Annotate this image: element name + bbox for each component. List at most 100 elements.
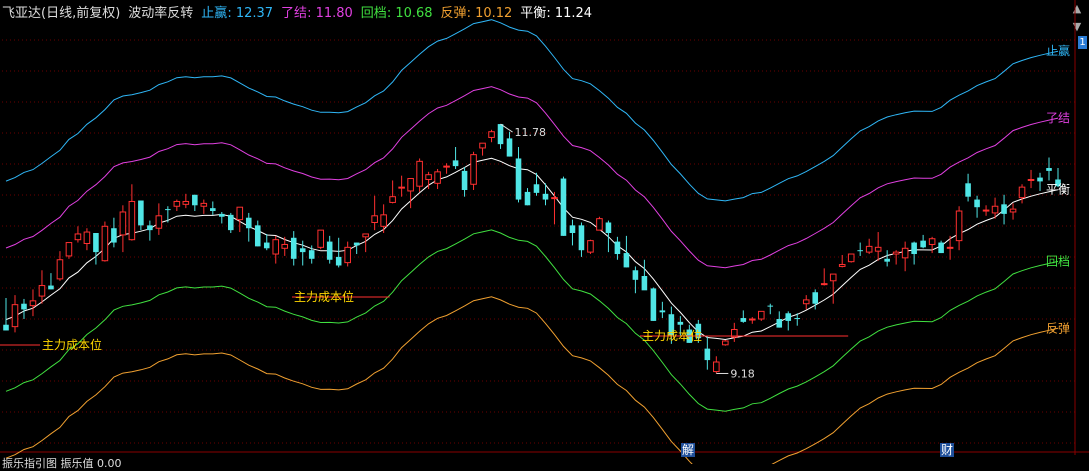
candle-body bbox=[398, 186, 405, 189]
right-label: 平衡 bbox=[1046, 183, 1070, 197]
candle-body bbox=[1018, 186, 1026, 199]
candle-body bbox=[560, 178, 567, 236]
candle-body bbox=[874, 246, 882, 252]
candle-body bbox=[614, 241, 621, 255]
candle-body bbox=[892, 251, 900, 255]
candle-body bbox=[901, 247, 909, 259]
candle-body bbox=[641, 276, 648, 291]
candle-body bbox=[119, 211, 127, 236]
candle-body bbox=[317, 229, 324, 248]
candle-body bbox=[416, 160, 423, 187]
series-zhiying-line bbox=[5, 19, 1059, 202]
candle-body bbox=[128, 200, 136, 241]
candle-body bbox=[1009, 208, 1017, 213]
series-huidang-line bbox=[5, 229, 1059, 412]
candle-body bbox=[749, 318, 756, 321]
right-label: 止赢 bbox=[1046, 43, 1070, 58]
sub-indicator-label: 振乐指引图 振乐值 0.00 bbox=[2, 457, 122, 470]
candle-body bbox=[838, 264, 846, 267]
candle-body bbox=[138, 200, 144, 226]
candle-body bbox=[884, 258, 890, 262]
candle-body bbox=[344, 246, 351, 264]
candle-body bbox=[443, 165, 450, 168]
candle-body bbox=[434, 171, 441, 184]
candle-body bbox=[219, 213, 225, 217]
candle-body bbox=[632, 270, 639, 280]
candle-body bbox=[1046, 168, 1052, 171]
candle-body bbox=[704, 348, 711, 361]
candle-body bbox=[371, 215, 378, 223]
candle-body bbox=[3, 324, 9, 331]
candle-body bbox=[857, 250, 863, 252]
candle-body bbox=[946, 246, 954, 249]
chart-area: 11.789.18主力成本位主力成本位主力成本位止赢了结平衡回档反弹 bbox=[0, 0, 1089, 464]
candle-body bbox=[776, 319, 783, 328]
candle-body bbox=[920, 240, 926, 248]
candle-body bbox=[353, 242, 360, 246]
candle-body bbox=[308, 250, 315, 259]
candle-body bbox=[290, 237, 297, 259]
candle-body bbox=[533, 184, 540, 193]
candle-body bbox=[38, 285, 46, 297]
candle-body bbox=[938, 242, 944, 254]
candle-body bbox=[1027, 178, 1035, 181]
candle-body bbox=[200, 202, 208, 207]
candle-body bbox=[111, 228, 117, 243]
candle-body bbox=[281, 243, 289, 249]
candle-body bbox=[254, 225, 261, 247]
candle-body bbox=[192, 194, 198, 206]
event-tag-cai[interactable]: 财 bbox=[940, 443, 954, 457]
candle-body bbox=[497, 124, 504, 145]
candle-body bbox=[569, 225, 576, 233]
candle-body bbox=[147, 225, 153, 231]
candle-body bbox=[524, 191, 531, 206]
candle-body bbox=[928, 238, 936, 245]
candle-body bbox=[829, 273, 837, 282]
candle-body bbox=[389, 196, 396, 203]
candle-body bbox=[1001, 204, 1007, 214]
cost-label: 主力成本位 bbox=[642, 328, 702, 343]
candle-body bbox=[1037, 177, 1043, 182]
candle-body bbox=[955, 210, 963, 242]
candle-body bbox=[587, 240, 594, 253]
candle-body bbox=[542, 193, 549, 200]
candle-body bbox=[272, 239, 280, 255]
candle-body bbox=[245, 217, 252, 229]
cost-label: 主力成本位 bbox=[294, 289, 354, 304]
candle-body bbox=[865, 245, 873, 253]
candle-body bbox=[722, 340, 729, 346]
candle-body bbox=[982, 209, 990, 212]
candle-body bbox=[93, 233, 99, 253]
candle-body bbox=[974, 199, 980, 208]
candle-body bbox=[65, 242, 73, 257]
event-tag-jie[interactable]: 解 bbox=[681, 443, 695, 457]
candle-body bbox=[847, 253, 855, 263]
candle-body bbox=[785, 313, 792, 321]
candle-body bbox=[335, 256, 342, 266]
candle-body bbox=[74, 233, 82, 241]
candle-body bbox=[551, 197, 558, 200]
low-price-label: 9.18 bbox=[730, 367, 755, 380]
candle-body bbox=[650, 288, 657, 321]
candle-body bbox=[83, 231, 91, 245]
candle-body bbox=[506, 138, 513, 157]
candle-body bbox=[182, 200, 190, 205]
candle-body bbox=[515, 158, 522, 200]
candle-body bbox=[991, 205, 999, 214]
candle-body bbox=[173, 200, 181, 207]
candle-body bbox=[488, 131, 495, 138]
candle-body bbox=[21, 303, 27, 310]
candle-body bbox=[425, 174, 432, 180]
candle-body bbox=[362, 233, 369, 238]
candle-body bbox=[820, 283, 828, 286]
right-label: 了结 bbox=[1046, 111, 1070, 125]
series-pingheng-line bbox=[5, 157, 1059, 341]
candle-body bbox=[210, 208, 216, 212]
candle-body bbox=[596, 218, 603, 231]
candle-body bbox=[227, 214, 234, 231]
candle-body bbox=[757, 310, 765, 320]
candle-body bbox=[452, 160, 459, 167]
candle-body bbox=[965, 183, 971, 197]
candle-body bbox=[101, 225, 109, 262]
candle-body bbox=[299, 248, 306, 253]
